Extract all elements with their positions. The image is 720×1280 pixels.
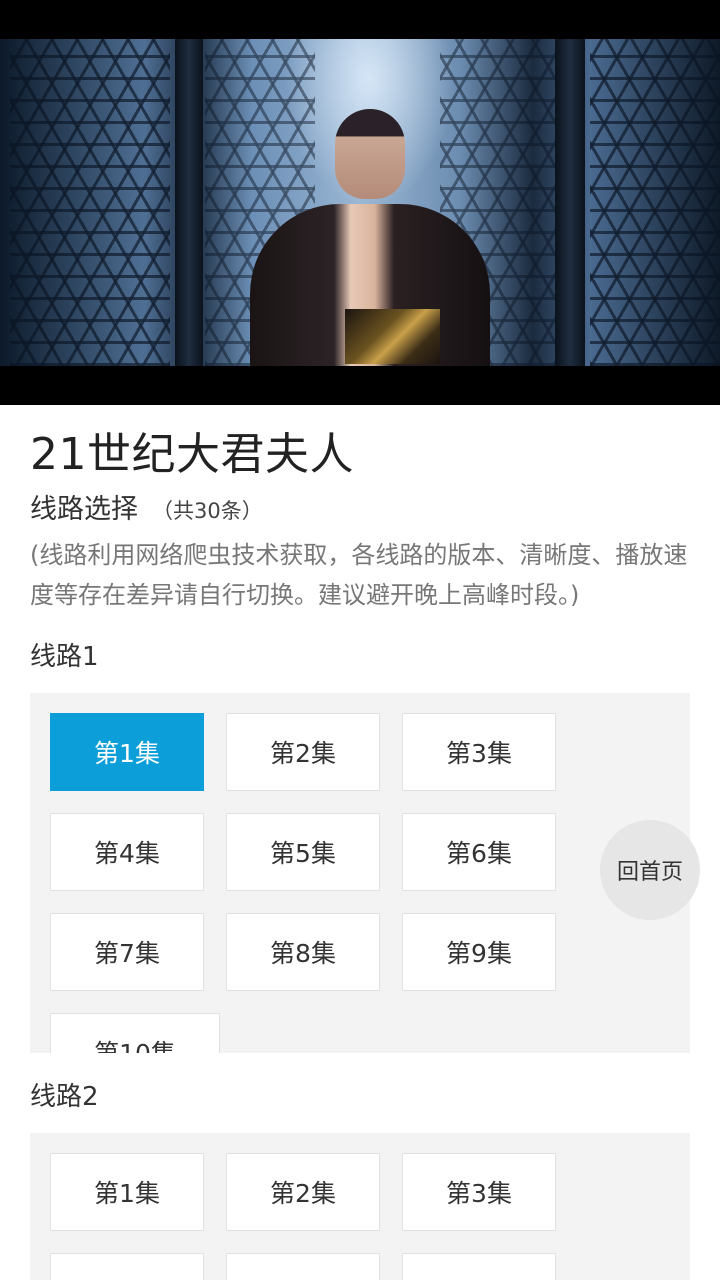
episode-button-line2-1[interactable]: 第1集 [50,1153,204,1231]
episode-button-line1-1[interactable]: 第1集 [50,713,204,791]
pillar-left [175,39,203,366]
home-button[interactable]: 回首页 [600,820,700,920]
line-1-label: 线路1 [30,642,99,672]
lattice-window-right [590,39,720,366]
episode-button-line1-8[interactable]: 第8集 [226,913,380,991]
pillar-right [555,39,585,366]
lattice-window-left [10,39,170,366]
line-2-label: 线路2 [30,1082,99,1112]
episode-button-line2-3[interactable]: 第3集 [402,1153,556,1231]
video-player[interactable] [0,0,720,405]
route-selection-heading: 线路选择 （共30条） [30,487,263,526]
line-2-episode-panel[interactable]: 第1集 第2集 第3集 [30,1133,690,1280]
episode-button-line2-5-partial[interactable] [226,1253,380,1280]
route-selection-label: 线路选择 [30,494,138,525]
episode-button-line1-3[interactable]: 第3集 [402,713,556,791]
episode-button-line1-6[interactable]: 第6集 [402,813,556,891]
episode-button-line1-7[interactable]: 第7集 [50,913,204,991]
episode-button-line2-4-partial[interactable] [50,1253,204,1280]
show-title: 21世纪大君夫人 [30,429,354,480]
head [335,109,405,199]
episode-button-line2-2[interactable]: 第2集 [226,1153,380,1231]
episode-button-line1-9[interactable]: 第9集 [402,913,556,991]
episode-button-line2-6-partial[interactable] [402,1253,556,1280]
episode-button-line1-4[interactable]: 第4集 [50,813,204,891]
episode-button-line1-2[interactable]: 第2集 [226,713,380,791]
actor-figure [250,109,490,366]
route-notice: (线路利用网络爬虫技术获取，各线路的版本、清晰度、播放速度等存在差异请自行切换。… [30,541,688,609]
episode-button-line1-5[interactable]: 第5集 [226,813,380,891]
page: 21世纪大君夫人 线路选择 （共30条） (线路利用网络爬虫技术获取，各线路的版本… [0,0,720,1280]
route-count: （共30条） [152,499,263,523]
video-thumbnail[interactable] [0,39,720,366]
line-1-episode-panel[interactable]: 第1集 第2集 第3集 第4集 第5集 第6集 第7集 第8集 第9集 第10集 [30,693,690,1053]
episode-button-line1-10[interactable]: 第10集 [50,1013,220,1053]
embroidered-sash [345,309,440,364]
